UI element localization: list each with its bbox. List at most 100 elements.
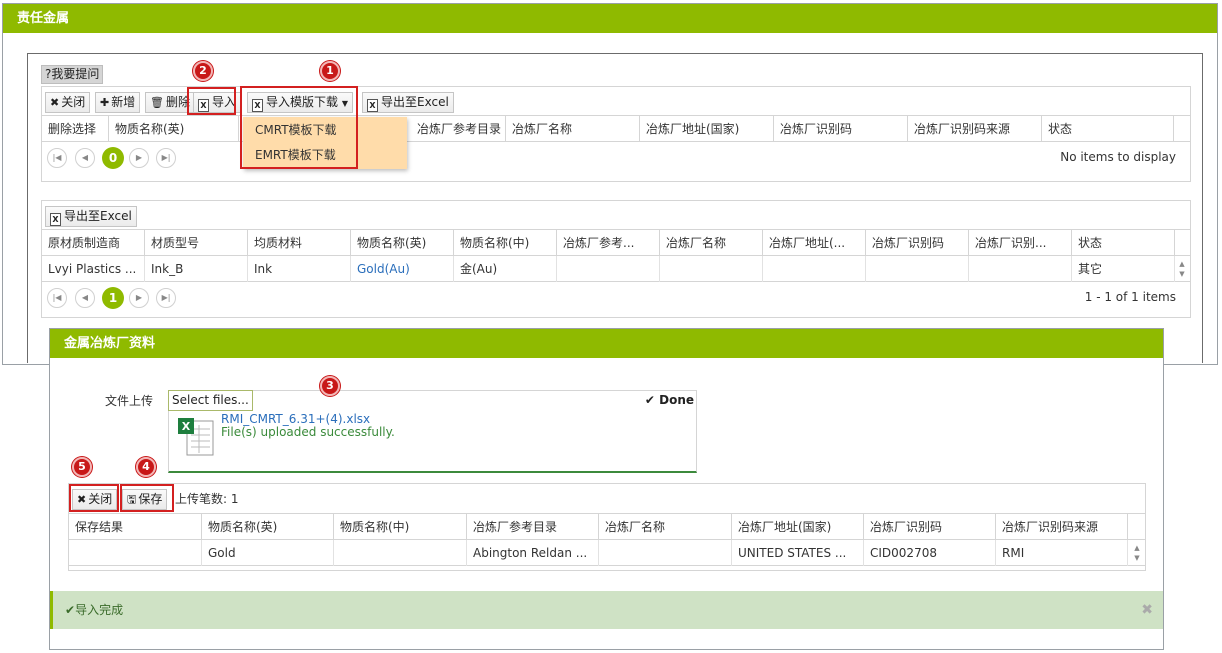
prev-page-icon[interactable]: ◀ (75, 148, 95, 168)
column-header[interactable]: 冶炼厂名称 (660, 230, 763, 256)
cell (969, 256, 1072, 282)
column-header[interactable]: 冶炼厂地址(国家) (640, 116, 774, 142)
upload-done: ✔ Done (644, 393, 694, 407)
grid3-toolbar: ✖ 关闭 🖫 保存 上传笔数: 1 (69, 484, 1145, 514)
table-row[interactable]: Lvyi Plastics ... Ink_B Ink Gold(Au) 金(A… (42, 256, 1190, 282)
column-header[interactable]: 保存结果 (69, 514, 202, 540)
first-page-icon[interactable]: |◀ (47, 148, 67, 168)
first-page-icon[interactable]: |◀ (47, 288, 67, 308)
cell (599, 540, 732, 566)
dismiss-icon[interactable]: ✖ (1141, 591, 1153, 629)
column-header[interactable]: 冶炼厂名称 (506, 116, 640, 142)
column-header[interactable]: 均质材料 (248, 230, 351, 256)
close-button[interactable]: ✖ 关闭 (45, 92, 91, 113)
scrollbar[interactable]: ▲ ▼ (1129, 540, 1145, 566)
window-title: 金属冶炼厂资料 (50, 329, 1163, 358)
column-header[interactable]: 冶炼厂识别码来源 (908, 116, 1042, 142)
column-header[interactable]: 冶炼厂识别码 (866, 230, 969, 256)
table-row[interactable]: Gold Abington Reldan ... UNITED STATES .… (69, 540, 1145, 566)
grid2-header: 原材质制造商 材质型号 均质材料 物质名称(英) 物质名称(中) 冶炼厂参考..… (42, 230, 1190, 256)
column-header[interactable]: 冶炼厂识别码 (864, 514, 996, 540)
upload-result-grid: ✖ 关闭 🖫 保存 上传笔数: 1 保存结果 物质名称(英) 物质名称(中) 冶炼厂… (68, 483, 1146, 571)
export-excel-button[interactable]: X 导出至Excel (362, 92, 454, 113)
annotation-box-template (240, 86, 358, 169)
column-header[interactable]: 冶炼厂地址(国家) (732, 514, 864, 540)
column-header[interactable]: 状态 (1042, 116, 1174, 142)
export-excel-button[interactable]: X 导出至Excel (45, 206, 137, 227)
cell (69, 540, 202, 566)
file-status: File(s) uploaded successfully. (221, 425, 395, 439)
annotation-box-close (69, 484, 119, 512)
column-header[interactable]: 物质名称(英) (351, 230, 454, 256)
upload-label: 文件上传 (105, 394, 154, 408)
cell (660, 256, 763, 282)
last-page-icon[interactable]: ▶| (156, 148, 176, 168)
excel-icon: X (50, 213, 61, 226)
cell: CID002708 (864, 540, 996, 566)
column-header[interactable]: 冶炼厂参考目录 (467, 514, 599, 540)
next-page-icon[interactable]: ▶ (129, 288, 149, 308)
cell: Ink_B (145, 256, 248, 282)
column-header[interactable]: 冶炼厂识别... (969, 230, 1072, 256)
column-header[interactable]: 冶炼厂参考... (557, 230, 660, 256)
grid1-header: 删除选择 物质名称(英) 冶炼厂参考目录 冶炼厂名称 冶炼厂地址(国家) 冶炼厂… (42, 116, 1190, 142)
column-header[interactable]: 冶炼厂识别码来源 (996, 514, 1128, 540)
cell: RMI (996, 540, 1128, 566)
add-button[interactable]: ✚ 新增 (95, 92, 141, 113)
cell: Lvyi Plastics ... (42, 256, 145, 282)
column-header[interactable]: 删除选择 (42, 116, 109, 142)
cell: 其它 (1072, 256, 1175, 282)
step-badge: 5 (72, 457, 92, 477)
step-badge: 3 (320, 376, 340, 396)
cell (557, 256, 660, 282)
check-icon: ✔ (65, 603, 76, 617)
cell: Ink (248, 256, 351, 282)
svg-text:X: X (182, 420, 191, 433)
column-header[interactable]: 物质名称(中) (334, 514, 467, 540)
trash-icon: 🗑 (150, 96, 164, 109)
upload-count: 上传笔数: 1 (175, 492, 239, 506)
smelter-info-window: 金属冶炼厂资料 文件上传 ✔ Done X RMI_CMRT_6.31+(4).… (49, 328, 1164, 650)
excel-icon: X (367, 99, 378, 112)
scrollbar[interactable]: ▲ ▼ (1174, 256, 1190, 282)
current-page[interactable]: 0 (102, 147, 124, 169)
column-header[interactable]: 冶炼厂地址(... (763, 230, 866, 256)
excel-file-icon: X (178, 418, 214, 456)
step-badge: 4 (136, 457, 156, 477)
current-page[interactable]: 1 (102, 287, 124, 309)
plus-icon: ✚ (100, 96, 110, 109)
pager-info: No items to display (1060, 150, 1176, 164)
cell (866, 256, 969, 282)
select-files-button[interactable]: Select files... (168, 390, 253, 411)
success-notification: ✔导入完成 ✖ (50, 591, 1163, 629)
step-badge: 1 (320, 61, 340, 81)
column-header[interactable]: 原材质制造商 (42, 230, 145, 256)
column-header[interactable]: 冶炼厂名称 (599, 514, 732, 540)
column-header[interactable]: 物质名称(中) (454, 230, 557, 256)
cell: Abington Reldan ... (467, 540, 599, 566)
column-header[interactable]: 物质名称(英) (109, 116, 239, 142)
cell (334, 540, 467, 566)
column-header[interactable]: 状态 (1072, 230, 1175, 256)
last-page-icon[interactable]: ▶| (156, 288, 176, 308)
prev-page-icon[interactable]: ◀ (75, 288, 95, 308)
column-header[interactable]: 冶炼厂识别码 (774, 116, 908, 142)
check-icon: ✔ (644, 393, 655, 407)
cell: UNITED STATES ... (732, 540, 864, 566)
close-icon: ✖ (50, 96, 60, 109)
annotation-box-import (187, 87, 236, 115)
cell-link[interactable]: Gold(Au) (351, 256, 454, 282)
material-grid: X 导出至Excel 原材质制造商 材质型号 均质材料 物质名称(英) 物质名称(… (41, 200, 1191, 318)
file-name: RMI_CMRT_6.31+(4).xlsx (221, 412, 371, 426)
help-button[interactable]: ?我要提问 (41, 65, 104, 84)
window-title: 责任金属 (3, 4, 1217, 33)
column-header[interactable]: 材质型号 (145, 230, 248, 256)
grid2-pager: |◀ ◀ 1 ▶ ▶| 1 - 1 of 1 items (42, 282, 1190, 312)
step-badge: 2 (193, 61, 213, 81)
next-page-icon[interactable]: ▶ (129, 148, 149, 168)
grid1-pager: |◀ ◀ 0 ▶ ▶| No items to display (42, 142, 1190, 172)
pager-info: 1 - 1 of 1 items (1084, 290, 1176, 304)
column-header[interactable]: 物质名称(英) (202, 514, 334, 540)
cell (763, 256, 866, 282)
grid2-toolbar: X 导出至Excel (42, 201, 1190, 230)
